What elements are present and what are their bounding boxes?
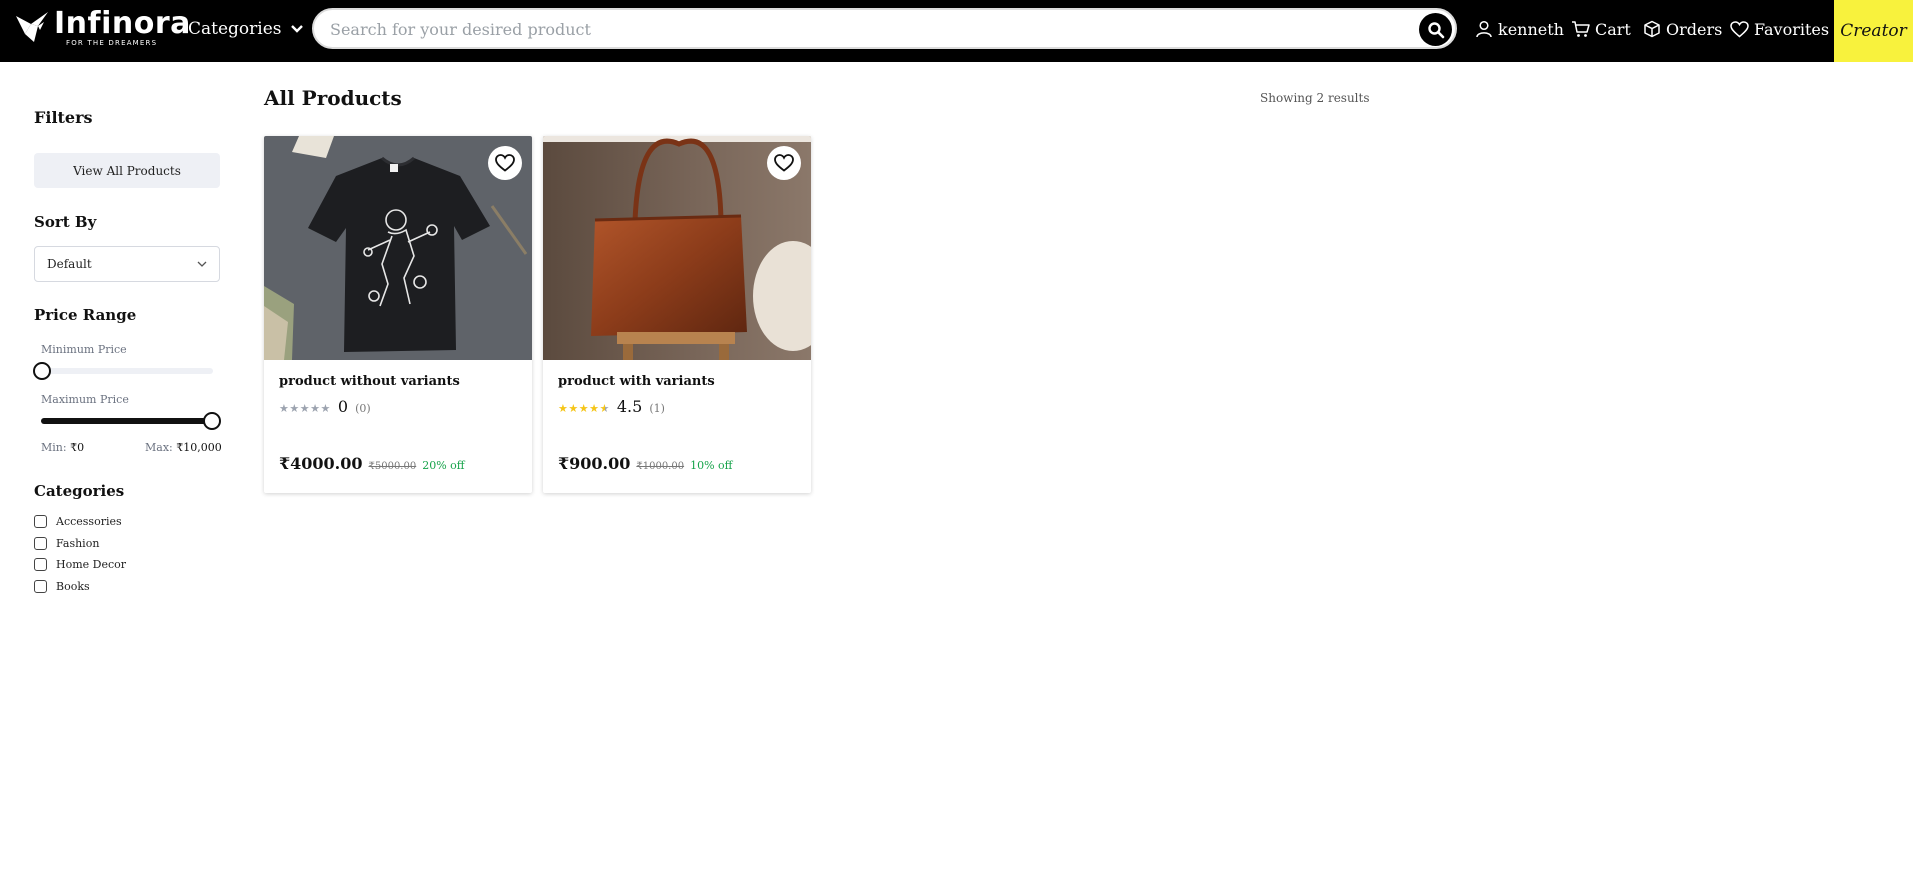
- cart-link[interactable]: Cart: [1571, 17, 1631, 41]
- account-link[interactable]: kenneth: [1475, 17, 1564, 41]
- min-price-value: Min: ₹0: [41, 441, 85, 454]
- cart-label: Cart: [1595, 19, 1631, 39]
- star-rating-icons: ★★★★★: [558, 402, 610, 415]
- category-filter-home-decor[interactable]: Home Decor: [34, 556, 126, 572]
- product-rating: ★★★★★ 4.5 (1): [558, 397, 665, 416]
- user-icon: [1476, 20, 1492, 38]
- discount-badge: 10% off: [690, 459, 733, 472]
- review-count: (1): [649, 402, 665, 415]
- product-image-bag[interactable]: [543, 136, 811, 360]
- favorites-link[interactable]: Favorites: [1730, 17, 1829, 41]
- rating-value: 0: [337, 397, 349, 416]
- product-rating: ★★★★★ 0 (0): [279, 397, 371, 416]
- cart-icon: [1572, 21, 1590, 37]
- product-price: ₹4000.00 ₹5000.00 20% off: [279, 454, 465, 473]
- star-icon: ★: [589, 402, 600, 415]
- review-count: (0): [355, 402, 371, 415]
- search-icon: [1427, 21, 1444, 38]
- category-filter-books[interactable]: Books: [34, 578, 90, 594]
- rating-value: 4.5: [616, 397, 643, 416]
- category-label: Home Decor: [56, 557, 127, 571]
- maximum-price-slider[interactable]: [41, 412, 221, 430]
- star-icon: ★: [568, 402, 579, 415]
- box-icon: [1644, 20, 1660, 38]
- category-label: Fashion: [56, 536, 100, 550]
- origami-bird-icon: [16, 12, 48, 42]
- search-button[interactable]: [1419, 13, 1452, 46]
- maximum-price-slider-thumb[interactable]: [203, 412, 221, 430]
- star-icon: ★: [320, 402, 331, 415]
- add-to-favorites-button[interactable]: [767, 146, 801, 180]
- categories-dropdown[interactable]: Categories: [188, 16, 303, 42]
- maximum-price-slider-fill: [41, 418, 213, 424]
- product-image-tshirt[interactable]: [264, 136, 532, 360]
- star-icon: ★: [599, 402, 610, 415]
- results-count: Showing 2 results: [1260, 91, 1370, 105]
- category-label: Accessories: [56, 514, 122, 528]
- original-price: ₹1000.00: [636, 461, 685, 472]
- top-navigation-bar: Infinora FOR THE DREAMERS Categories ken…: [0, 0, 1913, 62]
- search-bar: [312, 8, 1457, 49]
- product-card[interactable]: product with variants ★★★★★ 4.5 (1) ₹900…: [543, 136, 811, 493]
- star-icon: ★: [558, 402, 569, 415]
- star-rating-icons: ★★★★★: [279, 402, 331, 415]
- discount-badge: 20% off: [422, 459, 465, 472]
- maximum-price-label: Maximum Price: [41, 393, 129, 406]
- current-price: ₹900.00: [558, 454, 631, 473]
- orders-link[interactable]: Orders: [1643, 17, 1722, 41]
- category-filter-fashion[interactable]: Fashion: [34, 535, 99, 551]
- minimum-price-label: Minimum Price: [41, 343, 127, 356]
- star-icon: ★: [310, 402, 321, 415]
- view-all-products-button[interactable]: View All Products: [34, 153, 220, 188]
- star-icon: ★: [299, 402, 311, 415]
- add-to-favorites-button[interactable]: [488, 146, 522, 180]
- heart-icon: [1730, 20, 1749, 37]
- favorites-label: Favorites: [1754, 19, 1830, 39]
- logo-title: Infinora: [54, 6, 191, 41]
- checkbox[interactable]: [34, 557, 47, 571]
- page-title: All Products: [264, 86, 402, 110]
- current-price: ₹4000.00: [279, 454, 363, 473]
- star-icon: ★: [289, 402, 300, 415]
- star-icon: ★: [279, 402, 290, 415]
- sort-selected-value: Default: [47, 257, 92, 271]
- username-label: kenneth: [1498, 19, 1564, 39]
- original-price: ₹5000.00: [368, 461, 417, 472]
- product-name[interactable]: product without variants: [279, 374, 460, 389]
- price-range-heading: Price Range: [34, 306, 137, 324]
- product-price: ₹900.00 ₹1000.00 10% off: [558, 454, 732, 473]
- categories-dropdown-label: Categories: [188, 19, 282, 39]
- minimum-price-slider-thumb[interactable]: [33, 362, 51, 380]
- sort-by-heading: Sort By: [34, 213, 97, 231]
- product-name[interactable]: product with variants: [558, 374, 715, 389]
- category-filter-accessories[interactable]: Accessories: [34, 513, 122, 529]
- categories-heading: Categories: [34, 482, 125, 500]
- chevron-down-icon: [197, 261, 207, 267]
- product-card[interactable]: product without variants ★★★★★ 0 (0) ₹40…: [264, 136, 532, 493]
- creator-button[interactable]: Creator: [1834, 0, 1913, 62]
- orders-label: Orders: [1666, 19, 1723, 39]
- checkbox[interactable]: [34, 536, 47, 550]
- heart-icon: [495, 154, 515, 172]
- sort-by-select[interactable]: Default: [34, 246, 220, 282]
- star-icon: ★: [578, 402, 590, 415]
- checkbox[interactable]: [34, 514, 47, 528]
- max-price-value: Max: ₹10,000: [145, 441, 222, 454]
- minimum-price-slider[interactable]: [33, 362, 213, 380]
- heart-icon: [774, 154, 794, 172]
- brand-logo[interactable]: Infinora FOR THE DREAMERS: [14, 6, 190, 52]
- filters-heading: Filters: [34, 108, 93, 127]
- logo-tagline: FOR THE DREAMERS: [66, 39, 158, 47]
- chevron-down-icon: [290, 25, 303, 33]
- checkbox[interactable]: [34, 579, 47, 593]
- search-input[interactable]: [330, 16, 1390, 42]
- category-label: Books: [56, 579, 90, 593]
